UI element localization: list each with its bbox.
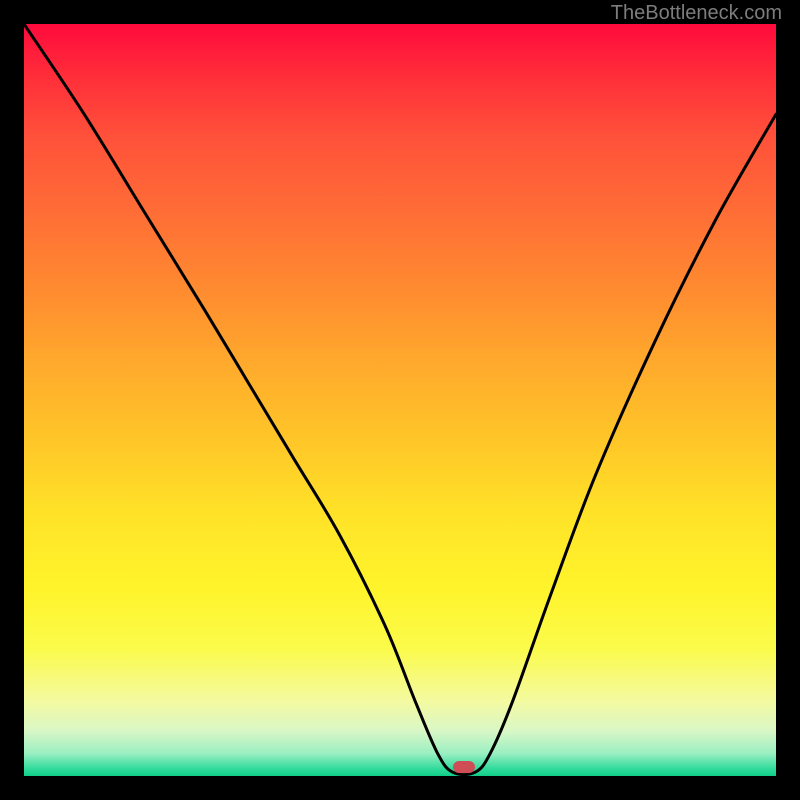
optimal-marker xyxy=(453,761,475,773)
chart-frame: TheBottleneck.com xyxy=(0,0,800,800)
bottleneck-curve xyxy=(24,24,776,776)
watermark-text: TheBottleneck.com xyxy=(611,2,782,25)
plot-area xyxy=(24,24,776,776)
curve-path xyxy=(24,24,776,775)
